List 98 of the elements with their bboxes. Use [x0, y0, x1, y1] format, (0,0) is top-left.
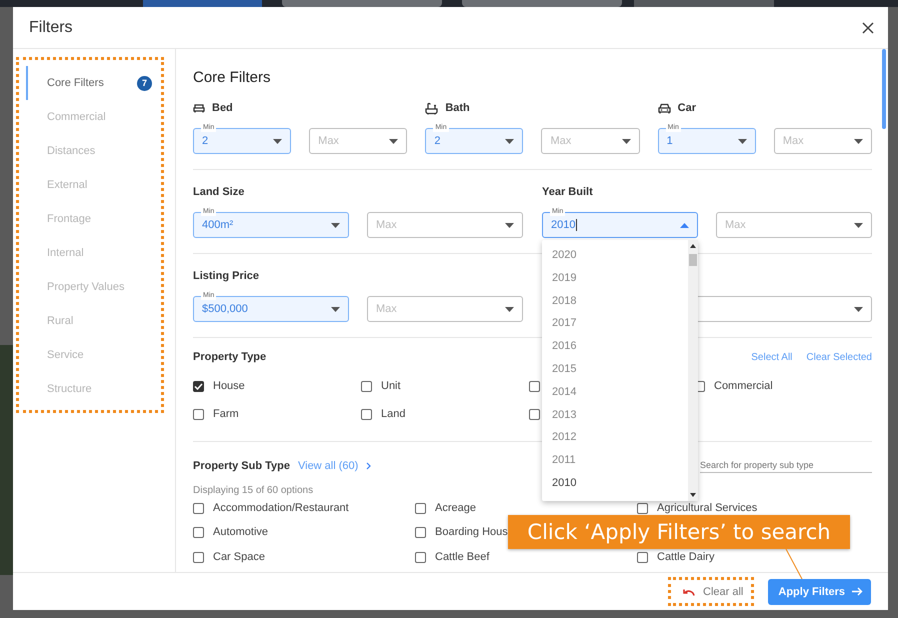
option-label: Unit: [381, 380, 401, 392]
section-title: Core Filters: [193, 69, 272, 86]
dropdown-option[interactable]: 2013: [542, 404, 688, 426]
filter-label: Bath: [445, 102, 470, 114]
sidebar-item[interactable]: Internal: [26, 236, 161, 270]
checkbox[interactable]: [193, 408, 204, 420]
filter-label: Car: [678, 102, 696, 114]
dropdown-option[interactable]: 2010: [542, 472, 688, 495]
callout-banner: Click ‘Apply Filters’ to search: [508, 515, 850, 549]
checkbox[interactable]: [637, 552, 648, 562]
close-icon[interactable]: [862, 22, 874, 34]
action-link[interactable]: Select All: [751, 352, 792, 362]
select-field[interactable]: Max: [774, 123, 872, 154]
caret-icon: [389, 138, 398, 144]
chevron-right-icon[interactable]: [366, 462, 372, 470]
caret-icon: [680, 222, 689, 228]
car-icon: [658, 102, 671, 114]
caret-up-icon[interactable]: [690, 244, 696, 248]
leader-line: [785, 549, 803, 579]
option-label: Boarding Hous: [435, 526, 508, 538]
caret-icon: [854, 138, 863, 144]
sidebar-item[interactable]: Rural: [26, 304, 161, 338]
caret-icon: [331, 306, 340, 312]
checkbox[interactable]: [415, 526, 426, 538]
select-field[interactable]: Max: [541, 123, 640, 154]
checkbox[interactable]: [415, 552, 426, 562]
option-label: Farm: [213, 408, 239, 420]
sidebar-item[interactable]: Structure: [26, 372, 161, 406]
option-label: Car Space: [213, 551, 265, 563]
caret-icon: [505, 138, 514, 144]
filter-label: Year Built: [542, 186, 593, 198]
dropdown-option[interactable]: 2014: [542, 380, 688, 404]
caret-icon: [273, 138, 282, 144]
view-all-link[interactable]: View all (60): [298, 460, 358, 472]
option-label: Commercial: [714, 380, 773, 392]
dialog-title: Filters: [29, 18, 73, 36]
dropdown-option[interactable]: 2012: [542, 426, 688, 450]
sidebar-item[interactable]: External: [26, 168, 161, 202]
sidebar-item[interactable]: Property Values: [26, 270, 161, 304]
select-field[interactable]: Max: [367, 207, 523, 238]
checkbox[interactable]: [193, 526, 204, 538]
filter-label: Listing Price: [193, 270, 260, 282]
scrollbar-thumb[interactable]: [689, 254, 697, 266]
scrollbar-thumb[interactable]: [882, 49, 886, 129]
dropdown-option[interactable]: 2020: [542, 244, 688, 267]
dropdown-option[interactable]: 2018: [542, 290, 688, 312]
checkbox[interactable]: [193, 552, 204, 562]
option-label: Automotive: [213, 526, 268, 538]
filter-label: Property Sub Type: [193, 460, 290, 472]
caret-icon: [854, 222, 863, 228]
sidebar-item[interactable]: Frontage: [26, 202, 161, 236]
option-label: Land: [381, 408, 406, 420]
filter-label: Property Type: [193, 351, 266, 363]
option-label: Cattle Beef: [435, 551, 490, 563]
action-link[interactable]: Clear Selected: [806, 352, 872, 362]
bed-icon: [193, 103, 205, 113]
caret-icon: [854, 306, 863, 312]
checkbox[interactable]: [193, 502, 204, 514]
checkbox[interactable]: [529, 380, 540, 392]
checkbox[interactable]: [361, 408, 372, 420]
checkbox[interactable]: [415, 502, 426, 514]
caret-icon: [738, 138, 747, 144]
arrow-right-icon: [852, 587, 863, 596]
sidebar-item[interactable]: Commercial: [26, 100, 161, 134]
dropdown-option[interactable]: 2011: [542, 449, 688, 472]
select-field[interactable]: Max: [309, 123, 408, 154]
option-label: Cattle Dairy: [657, 551, 714, 563]
undo-icon: [683, 588, 696, 596]
option-label: House: [213, 380, 245, 392]
caret-icon: [505, 222, 514, 228]
sidebar-item[interactable]: Core Filters 7: [26, 66, 161, 100]
checkbox[interactable]: [193, 380, 204, 392]
sidebar-item[interactable]: Distances: [26, 134, 161, 168]
dropdown-option[interactable]: 2019: [542, 266, 688, 290]
option-label: Accommodation/Restaurant: [213, 502, 349, 514]
clear-all-button[interactable]: Clear all: [668, 577, 754, 606]
checkbox[interactable]: [637, 502, 648, 514]
dropdown-option[interactable]: 2016: [542, 335, 688, 358]
apply-filters-button[interactable]: Apply Filters: [768, 578, 871, 604]
select-field[interactable]: Max: [367, 291, 523, 322]
filter-label: Land Size: [193, 186, 244, 198]
option-label: Agricultural Services: [657, 502, 758, 514]
filter-label: Bed: [212, 102, 233, 114]
caret-icon: [505, 306, 514, 312]
scrollbar[interactable]: [688, 240, 698, 501]
select-field[interactable]: Max: [716, 207, 872, 238]
caret-icon: [622, 138, 631, 144]
sidebar-item[interactable]: Service: [26, 338, 161, 372]
checkbox[interactable]: [529, 408, 540, 420]
caret-down-icon[interactable]: [690, 493, 696, 497]
dropdown-option[interactable]: 2015: [542, 358, 688, 381]
bathtub-icon: [425, 102, 438, 114]
dropdown-option[interactable]: 2017: [542, 312, 688, 336]
options-count-text: Displaying 15 of 60 options: [193, 485, 314, 496]
checkbox[interactable]: [361, 380, 372, 392]
caret-icon: [331, 222, 340, 228]
count-badge: 7: [137, 76, 152, 90]
option-label: Acreage: [435, 502, 476, 514]
